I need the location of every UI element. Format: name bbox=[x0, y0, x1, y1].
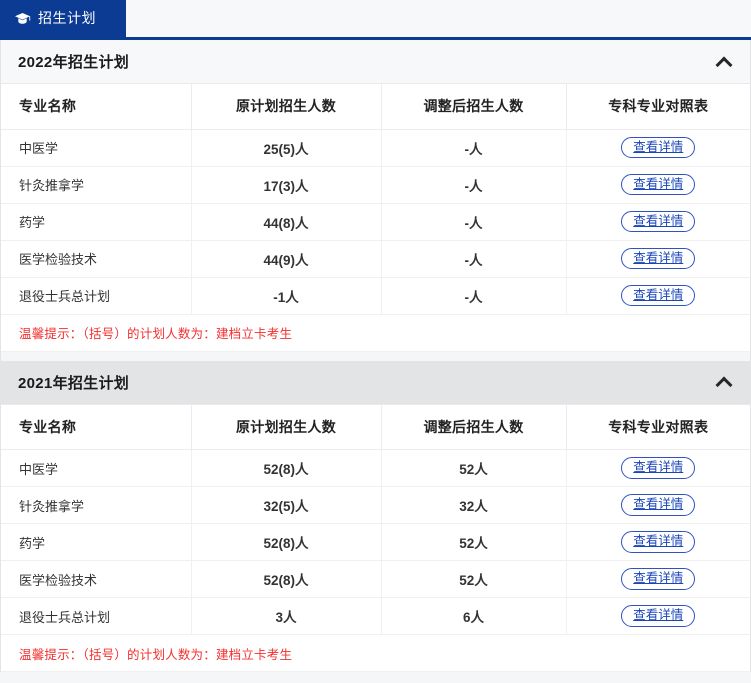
section-2021-header[interactable]: 2021年招生计划 bbox=[1, 360, 750, 405]
cell-action: 查看详情 bbox=[566, 240, 750, 278]
cell-action: 查看详情 bbox=[566, 560, 750, 598]
table-header-row: 专业名称 原计划招生人数 调整后招生人数 专科专业对照表 bbox=[1, 84, 750, 130]
cell-adjusted: -人 bbox=[381, 166, 567, 204]
cell-adjusted: -人 bbox=[381, 129, 567, 167]
view-detail-button[interactable]: 查看详情 bbox=[621, 284, 696, 307]
chevron-up-icon[interactable] bbox=[716, 54, 732, 70]
warm-tip-text: 温馨提示：（括号）的计划人数为：建档立卡考生 bbox=[19, 327, 293, 341]
view-detail-button[interactable]: 查看详情 bbox=[621, 210, 696, 233]
page-root: 招生计划 2022年招生计划 专业名称 原计划招生人数 调整后招生人数 专科专业… bbox=[0, 0, 751, 683]
cell-original: -1人 bbox=[191, 277, 382, 315]
table-row: 药学 44(8)人 -人 查看详情 bbox=[1, 203, 750, 241]
tab-label: 招生计划 bbox=[38, 10, 96, 26]
cell-action: 查看详情 bbox=[566, 129, 750, 167]
cell-major: 药学 bbox=[1, 523, 192, 561]
cell-action: 查看详情 bbox=[566, 166, 750, 204]
cell-adjusted: 32人 bbox=[381, 486, 567, 524]
cell-original: 25(5)人 bbox=[191, 129, 382, 167]
cell-adjusted: 6人 bbox=[381, 597, 567, 635]
view-detail-button[interactable]: 查看详情 bbox=[621, 568, 696, 590]
cell-major: 医学检验技术 bbox=[1, 560, 192, 598]
tip-row: 温馨提示：（括号）的计划人数为：建档立卡考生 bbox=[1, 314, 750, 352]
cell-major: 针灸推拿学 bbox=[1, 486, 192, 524]
cell-adjusted: -人 bbox=[381, 240, 567, 278]
section-2021-title: 2021年招生计划 bbox=[18, 374, 130, 392]
cell-action: 查看详情 bbox=[566, 523, 750, 561]
cell-major: 退役士兵总计划 bbox=[1, 277, 192, 315]
chevron-up-icon[interactable] bbox=[716, 374, 732, 390]
table-row: 退役士兵总计划 3人 6人 查看详情 bbox=[1, 597, 750, 635]
cell-original: 17(3)人 bbox=[191, 166, 382, 204]
plan-table-2021: 专业名称 原计划招生人数 调整后招生人数 专科专业对照表 中医学 52(8)人 … bbox=[1, 404, 750, 672]
cell-major: 医学检验技术 bbox=[1, 240, 192, 278]
view-detail-button[interactable]: 查看详情 bbox=[621, 173, 696, 196]
cell-adjusted: -人 bbox=[381, 203, 567, 241]
table-row: 退役士兵总计划 -1人 -人 查看详情 bbox=[1, 277, 750, 315]
content-container: 2022年招生计划 专业名称 原计划招生人数 调整后招生人数 专科专业对照表 中… bbox=[0, 40, 751, 672]
section-2021: 2021年招生计划 专业名称 原计划招生人数 调整后招生人数 专科专业对照表 中… bbox=[1, 360, 750, 672]
view-detail-button[interactable]: 查看详情 bbox=[621, 605, 696, 627]
col-header-adjusted: 调整后招生人数 bbox=[381, 404, 567, 450]
table-row: 中医学 25(5)人 -人 查看详情 bbox=[1, 129, 750, 167]
section-2022-title: 2022年招生计划 bbox=[18, 54, 130, 71]
col-header-major: 专业名称 bbox=[1, 404, 192, 450]
tab-bar: 招生计划 bbox=[0, 0, 751, 37]
warm-tip-text: 温馨提示：（括号）的计划人数为：建档立卡考生 bbox=[19, 647, 293, 662]
plan-table-2022: 专业名称 原计划招生人数 调整后招生人数 专科专业对照表 中医学 25(5)人 … bbox=[1, 84, 750, 352]
view-detail-button[interactable]: 查看详情 bbox=[621, 457, 696, 479]
cell-adjusted: 52人 bbox=[381, 560, 567, 598]
cell-action: 查看详情 bbox=[566, 203, 750, 241]
cell-tip: 温馨提示：（括号）的计划人数为：建档立卡考生 bbox=[1, 314, 750, 352]
col-header-reference: 专科专业对照表 bbox=[566, 404, 750, 450]
cell-adjusted: 52人 bbox=[381, 449, 567, 487]
cell-original: 3人 bbox=[191, 597, 382, 635]
tip-row: 温馨提示：（括号）的计划人数为：建档立卡考生 bbox=[1, 634, 750, 672]
cell-major: 中医学 bbox=[1, 129, 192, 167]
col-header-reference: 专科专业对照表 bbox=[566, 84, 750, 130]
cell-original: 52(8)人 bbox=[191, 523, 382, 561]
col-header-original: 原计划招生人数 bbox=[191, 84, 382, 130]
cell-tip: 温馨提示：（括号）的计划人数为：建档立卡考生 bbox=[1, 634, 750, 672]
cell-action: 查看详情 bbox=[566, 486, 750, 524]
cell-original: 32(5)人 bbox=[191, 486, 382, 524]
cell-action: 查看详情 bbox=[566, 277, 750, 315]
table-row: 中医学 52(8)人 52人 查看详情 bbox=[1, 449, 750, 487]
table-row: 针灸推拿学 32(5)人 32人 查看详情 bbox=[1, 486, 750, 524]
section-2022-header[interactable]: 2022年招生计划 bbox=[1, 40, 750, 84]
section-gap bbox=[1, 351, 750, 361]
table-row: 医学检验技术 52(8)人 52人 查看详情 bbox=[1, 560, 750, 598]
table-header-row: 专业名称 原计划招生人数 调整后招生人数 专科专业对照表 bbox=[1, 404, 750, 450]
col-header-original: 原计划招生人数 bbox=[191, 404, 382, 450]
table-row: 医学检验技术 44(9)人 -人 查看详情 bbox=[1, 240, 750, 278]
cell-original: 44(9)人 bbox=[191, 240, 382, 278]
table-row: 药学 52(8)人 52人 查看详情 bbox=[1, 523, 750, 561]
cell-action: 查看详情 bbox=[566, 449, 750, 487]
col-header-adjusted: 调整后招生人数 bbox=[381, 84, 567, 130]
section-2022: 2022年招生计划 专业名称 原计划招生人数 调整后招生人数 专科专业对照表 中… bbox=[1, 40, 750, 352]
view-detail-button[interactable]: 查看详情 bbox=[621, 247, 696, 270]
cell-original: 44(8)人 bbox=[191, 203, 382, 241]
tab-enrollment-plan[interactable]: 招生计划 bbox=[0, 0, 126, 37]
cell-major: 中医学 bbox=[1, 449, 192, 487]
cell-adjusted: 52人 bbox=[381, 523, 567, 561]
view-detail-button[interactable]: 查看详情 bbox=[621, 494, 696, 516]
view-detail-button[interactable]: 查看详情 bbox=[621, 136, 696, 159]
cell-major: 针灸推拿学 bbox=[1, 166, 192, 204]
table-row: 针灸推拿学 17(3)人 -人 查看详情 bbox=[1, 166, 750, 204]
view-detail-button[interactable]: 查看详情 bbox=[621, 531, 696, 553]
cell-original: 52(8)人 bbox=[191, 560, 382, 598]
cell-action: 查看详情 bbox=[566, 597, 750, 635]
cell-original: 52(8)人 bbox=[191, 449, 382, 487]
graduation-cap-icon bbox=[14, 12, 31, 26]
cell-major: 药学 bbox=[1, 203, 192, 241]
cell-adjusted: -人 bbox=[381, 277, 567, 315]
cell-major: 退役士兵总计划 bbox=[1, 597, 192, 635]
col-header-major: 专业名称 bbox=[1, 84, 192, 130]
